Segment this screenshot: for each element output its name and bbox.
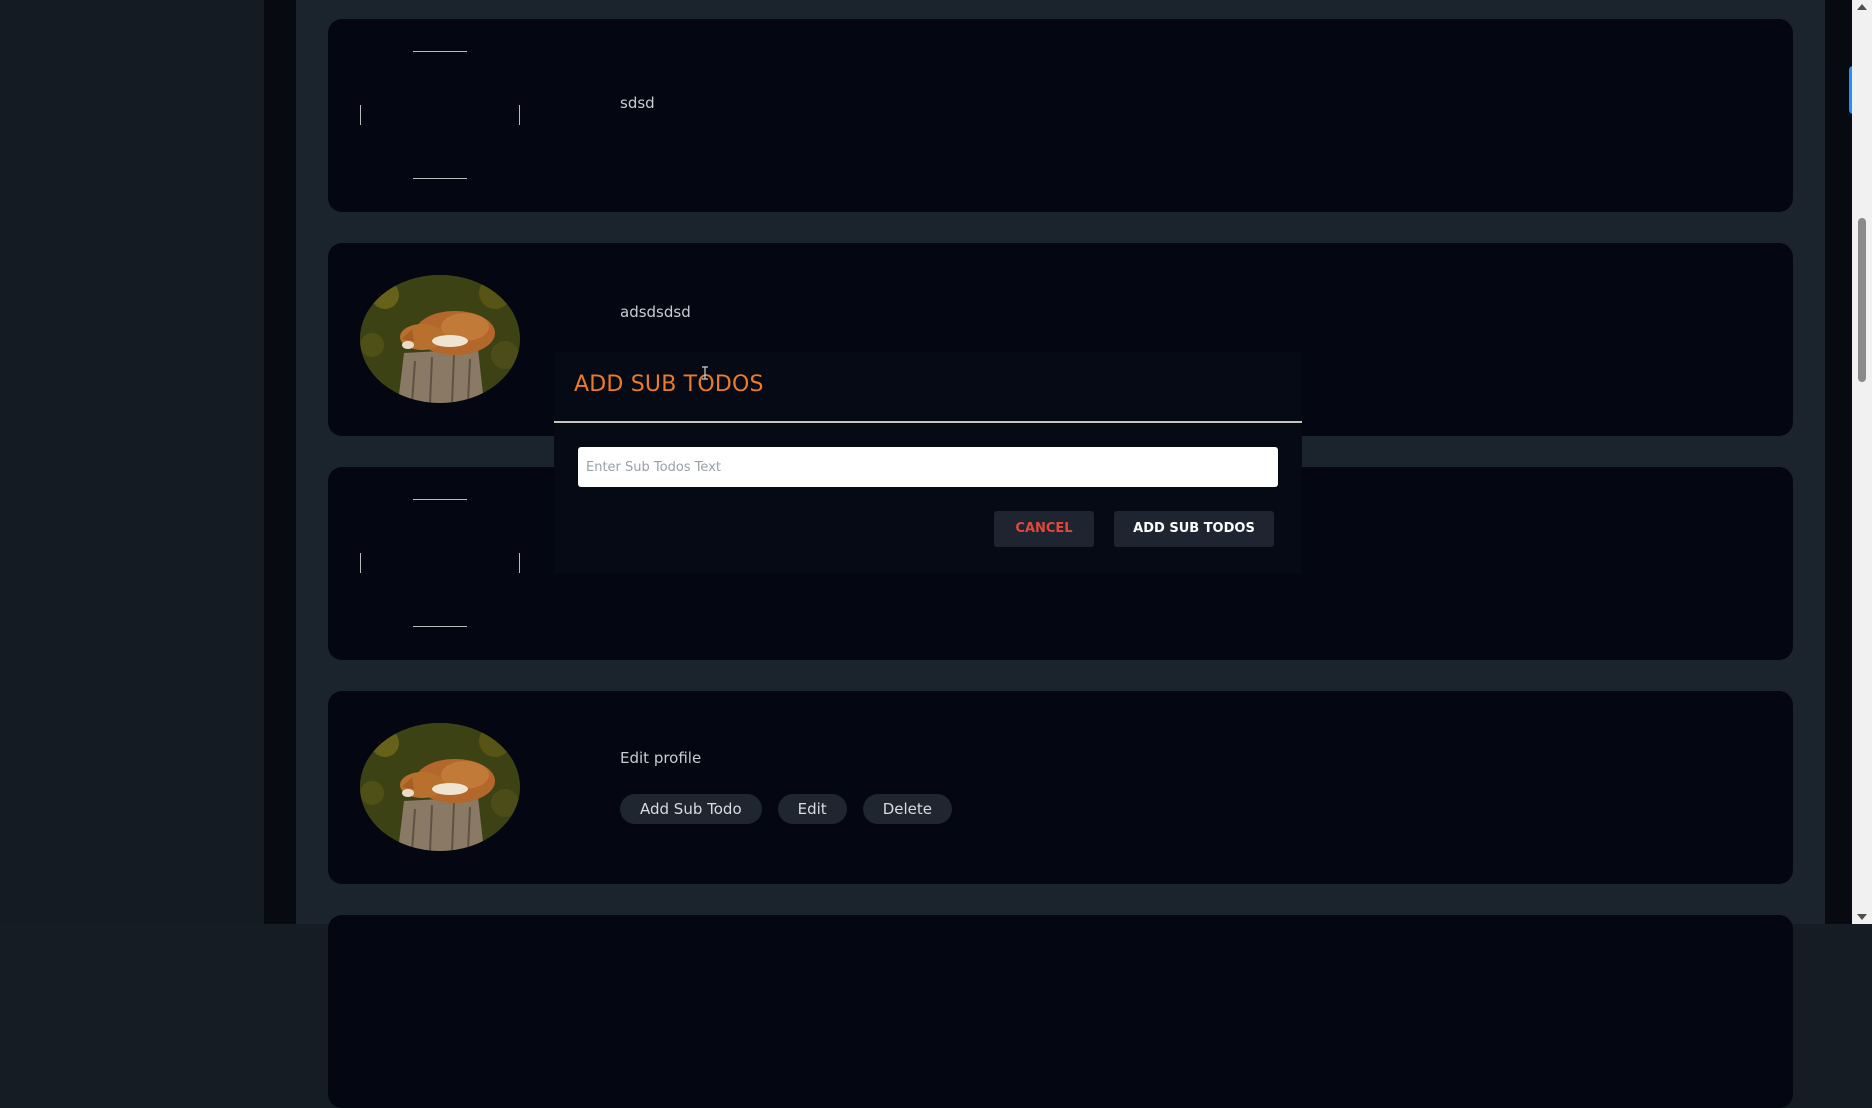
modal-title: ADD SUB TODOS	[574, 372, 764, 397]
todo-text: Edit profile	[620, 749, 702, 767]
add-sub-todos-modal: ADD SUB TODOS CANCEL ADD SUB TODOS	[554, 352, 1302, 574]
fox-image-icon	[360, 723, 520, 851]
todo-image-placeholder	[360, 51, 520, 179]
todo-text: adsdsdsd	[620, 303, 691, 321]
delete-button[interactable]: Delete	[862, 794, 952, 824]
scroll-down-icon[interactable]	[1857, 914, 1867, 920]
cancel-button[interactable]: CANCEL	[994, 511, 1094, 547]
add-sub-todo-button[interactable]: Add Sub Todo	[620, 794, 762, 824]
vertical-scrollbar[interactable]	[1852, 0, 1872, 924]
sub-todo-input[interactable]	[578, 447, 1278, 487]
text-cursor-icon	[702, 366, 708, 380]
todo-text: sdsd	[620, 94, 655, 112]
edit-button[interactable]: Edit	[777, 794, 847, 824]
fox-image-icon	[360, 275, 520, 403]
todo-image	[360, 723, 520, 851]
scroll-thumb[interactable]	[1858, 218, 1866, 382]
sidebar-divider	[264, 0, 296, 924]
todo-card: sdsd	[328, 19, 1793, 212]
todo-image-placeholder	[360, 499, 520, 627]
todo-image	[360, 275, 520, 403]
scroll-up-icon[interactable]	[1857, 4, 1867, 10]
todo-actions: Add Sub Todo Edit Delete	[620, 794, 952, 824]
right-divider	[1825, 0, 1852, 924]
sidebar	[0, 0, 264, 924]
add-sub-todos-button[interactable]: ADD SUB TODOS	[1114, 511, 1274, 547]
todo-card	[328, 915, 1793, 1108]
modal-divider	[554, 421, 1302, 423]
todo-card: Edit profile Add Sub Todo Edit Delete	[328, 691, 1793, 884]
